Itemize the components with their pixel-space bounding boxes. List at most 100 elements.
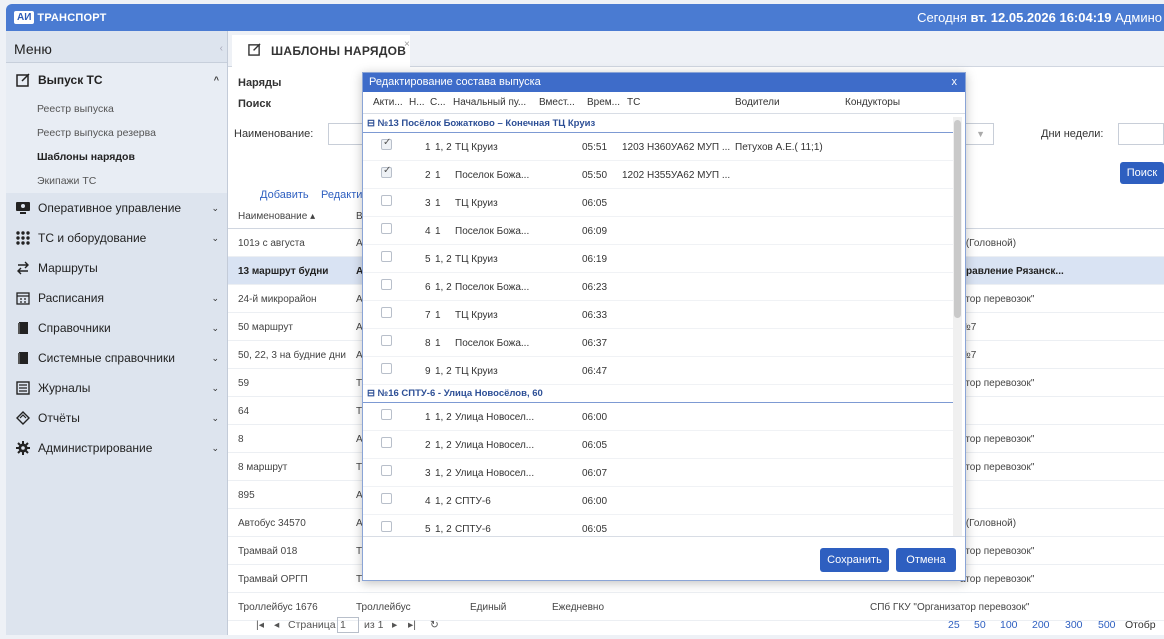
tab-shablony[interactable]: ШАБЛОНЫ НАРЯДОВ [232,35,410,67]
cell-s: 1, 2 [435,366,452,377]
user-name[interactable]: Админо [1115,10,1162,25]
col-s[interactable]: С... [430,97,446,108]
col-name-header[interactable]: Наименование ▴ [238,211,315,222]
first-page-icon[interactable]: |◂ [256,619,264,631]
col-n[interactable]: Н... [409,97,425,108]
page-size-300[interactable]: 300 [1065,619,1083,631]
dialog-row[interactable]: 4 1 Поселок Божа... 06:09 [363,217,953,245]
dialog-row[interactable]: 1 1, 2ТЦ Круиз 05:51 1203 Н360УА62 МУП ... П… [363,133,953,161]
group-header[interactable]: ⊟ №13 Посёлок Божатково – Конечная ТЦ Кр… [363,115,953,133]
cell-carrier: атор перевозок" [960,294,1035,305]
active-checkbox[interactable] [381,307,392,318]
add-link[interactable]: Добавить [260,189,309,201]
save-button[interactable]: Сохранить [820,548,889,572]
cell-carrier: атор перевозок" [960,462,1035,473]
refresh-icon[interactable]: ↻ [430,619,439,631]
sidebar-item-marshruty[interactable]: Маршруты [6,253,227,283]
col-drivers[interactable]: Водители [735,97,780,108]
weekdays-input[interactable] [1118,123,1164,145]
sidebar-item-zhurnaly[interactable]: Журналы ⌄ [6,373,227,403]
active-checkbox[interactable] [381,493,392,504]
active-checkbox[interactable] [381,437,392,448]
sidebar-item-sistemnye[interactable]: Системные справочники ⌄ [6,343,227,373]
col-conductors[interactable]: Кондукторы [845,97,900,108]
sidebar-item-otchety[interactable]: Отчёты ⌄ [6,403,227,433]
page-size-100[interactable]: 100 [1000,619,1018,631]
col-start[interactable]: Начальный пу... [453,97,526,108]
pager: |◂ ◂ Страница 1 из 1 ▸ ▸| ↻ 25 50 100 20… [228,617,1164,635]
dialog-row[interactable]: 2 1, 2 Улица Новосел... 06:05 [363,431,953,459]
dialog-row[interactable]: 9 1, 2 ТЦ Круиз 06:47 [363,357,953,385]
page-size-50[interactable]: 50 [974,619,986,631]
dialog-row[interactable]: 6 1, 2 Поселок Божа... 06:23 [363,273,953,301]
col-ts[interactable]: ТС [627,97,640,108]
cell-time: 06:37 [582,338,608,349]
sidebar-item-operativnoe[interactable]: Оперативное управление ⌄ [6,193,227,223]
scrollbar-thumb[interactable] [954,120,961,318]
close-icon[interactable]: x [952,76,958,88]
dialog-row[interactable]: 4 1, 2 СПТУ-6 06:00 [363,487,953,515]
page-size-500[interactable]: 500 [1098,619,1116,631]
dialog-row[interactable]: 3 1 ТЦ Круиз 06:05 [363,189,953,217]
sidebar-subitem-reestr[interactable]: Реестр выпуска [6,97,227,121]
sidebar-subitem-shablony[interactable]: Шаблоны нарядов [6,145,227,169]
page-size-200[interactable]: 200 [1032,619,1050,631]
cell-start: Поселок Божа... [455,170,530,181]
cell-time: 06:47 [582,366,608,377]
active-checkbox[interactable] [381,223,392,234]
page-size-25[interactable]: 25 [948,619,960,631]
collapse-group-icon[interactable]: ⊟ [367,388,378,399]
cell-s: 1, 2 [435,412,452,423]
cancel-button[interactable]: Отмена [896,548,956,572]
collapse-group-icon[interactable]: ⊟ [367,118,378,129]
dialog-row[interactable]: 1 1, 2 Улица Новосел... 06:00 [363,403,953,431]
search-button[interactable]: Поиск [1120,162,1164,184]
dialog-row[interactable]: 3 1, 2 Улица Новосел... 06:07 [363,459,953,487]
sidebar-item-spravochniki[interactable]: Справочники ⌄ [6,313,227,343]
next-page-icon[interactable]: ▸ [392,619,397,631]
page-input[interactable]: 1 [337,617,359,633]
dialog-row[interactable]: 5 1, 2 СПТУ-6 06:05 [363,515,953,537]
active-checkbox[interactable] [381,165,392,178]
active-checkbox[interactable] [381,521,392,532]
sidebar-subitem-reestr-rezerva[interactable]: Реестр выпуска резерва [6,121,227,145]
dialog-row[interactable]: 7 1 ТЦ Круиз 06:33 [363,301,953,329]
cell-name: 895 [238,490,255,501]
cell-start: СПТУ-6 [455,524,491,535]
sidebar-item-administrirovanie[interactable]: Администрирование ⌄ [6,433,227,463]
edit-link[interactable]: Редакти [321,189,362,201]
active-checkbox[interactable] [381,363,392,374]
sidebar-item-vypusk[interactable]: Выпуск ТС ^ [6,63,227,97]
weekday-select-right[interactable]: ▼ [964,123,994,145]
tab-close-icon[interactable]: × [404,39,410,50]
cell-s: 1 [435,226,441,237]
active-checkbox[interactable] [381,409,392,420]
dialog-row[interactable]: 5 1, 2 ТЦ Круиз 06:19 [363,245,953,273]
active-checkbox[interactable] [381,251,392,262]
active-checkbox[interactable] [381,465,392,476]
dialog-row[interactable]: 21 Поселок Божа... 05:50 1202 Н355УА62 МУП … [363,161,953,189]
sidebar-item-ts[interactable]: ТС и оборудование ⌄ [6,223,227,253]
col-capacity[interactable]: Вмест... [539,97,575,108]
col-active[interactable]: Акти... [373,97,403,108]
last-page-icon[interactable]: ▸| [408,619,416,631]
route-icon [14,260,32,276]
active-checkbox[interactable] [381,137,392,150]
active-checkbox[interactable] [381,335,392,346]
active-checkbox[interactable] [381,279,392,290]
chevron-down-icon: ⌄ [211,442,219,453]
logo-text: ТРАНСПОРТ [37,11,107,24]
active-checkbox[interactable] [381,195,392,206]
sidebar-item-raspisaniya[interactable]: Расписания ⌄ [6,283,227,313]
col-time[interactable]: Врем... [587,97,620,108]
cell-time: 06:00 [582,496,608,507]
cell-carrier: К(Головной) [960,238,1017,249]
collapse-menu-icon[interactable]: ‹ [220,43,223,54]
app-logo[interactable]: АИ ТРАНСПОРТ [14,11,107,24]
group-header[interactable]: ⊟ №16 СПТУ-6 - Улица Новосёлов, 60 [363,385,953,403]
cell-n: 3 [425,468,431,479]
dialog-scrollbar[interactable] [953,117,962,537]
dialog-row[interactable]: 8 1 Поселок Божа... 06:37 [363,329,953,357]
prev-page-icon[interactable]: ◂ [274,619,279,631]
sidebar-subitem-ekipazhi[interactable]: Экипажи ТС [6,169,227,193]
